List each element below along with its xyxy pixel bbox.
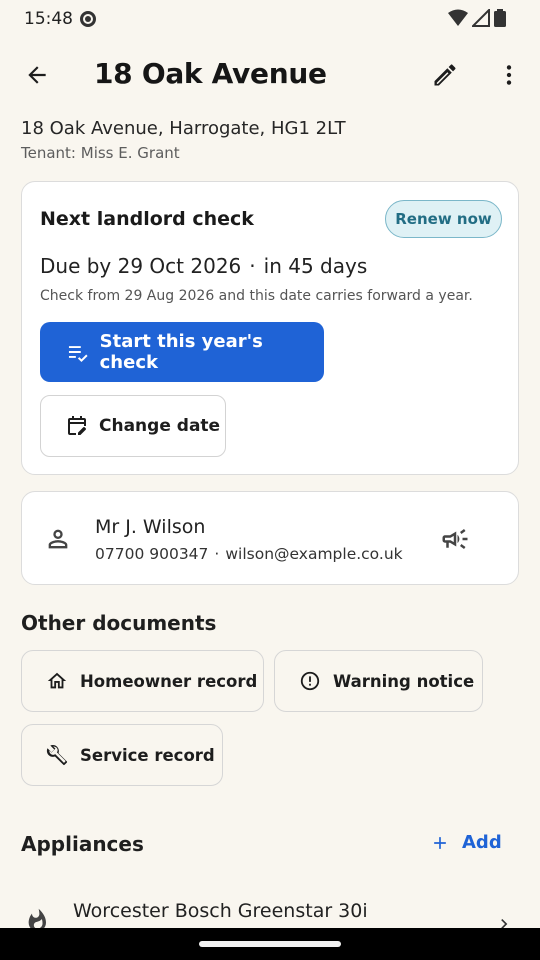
- check-card-title: Next landlord check: [40, 208, 254, 230]
- appliance-list-item[interactable]: Worcester Bosch Greenstar 30i: [0, 888, 540, 928]
- pencil-icon: [434, 64, 456, 86]
- due-line: Due by 29 Oct 2026 · in 45 days: [40, 254, 367, 278]
- add-appliance-label: Add: [462, 832, 502, 853]
- due-separator: ·: [249, 254, 256, 278]
- homeowner-record-button[interactable]: Homeowner record: [21, 650, 264, 712]
- battery-icon: [494, 9, 506, 27]
- signal-icon: [472, 9, 490, 27]
- status-time: 15:48: [24, 9, 73, 29]
- alert-circle-icon: [300, 671, 320, 691]
- contact-separator: ·: [214, 545, 220, 563]
- contact-phone[interactable]: 07700 900347: [95, 545, 208, 563]
- contact-email[interactable]: wilson@example.co.uk: [225, 545, 402, 563]
- landlord-check-card: Next landlord check Renew now Due by 29 …: [21, 181, 519, 475]
- page-title: 18 Oak Avenue: [94, 57, 327, 90]
- more-options-button[interactable]: [490, 56, 528, 94]
- chevron-right-icon: [501, 919, 508, 928]
- system-navigation-bar: [0, 928, 540, 960]
- renew-now-badge[interactable]: Renew now: [385, 200, 502, 238]
- appliances-title: Appliances: [21, 832, 144, 856]
- status-icons: [448, 9, 506, 27]
- checklist-icon: [68, 346, 88, 363]
- other-documents-title: Other documents: [21, 611, 217, 635]
- back-button[interactable]: [18, 56, 56, 94]
- tenant-name: Tenant: Miss E. Grant: [21, 144, 180, 162]
- contact-card[interactable]: Mr J. Wilson 07700 900347 · wilson@example…: [21, 491, 519, 585]
- wrench-icon: [46, 745, 68, 766]
- flame-icon: [28, 908, 46, 928]
- appliance-name: Worcester Bosch Greenstar 30i: [73, 900, 368, 922]
- contact-details: 07700 900347 · wilson@example.co.uk: [95, 545, 403, 563]
- check-window-note: Check from 29 Aug 2026 and this date car…: [40, 288, 473, 304]
- arrow-back-icon: [28, 66, 46, 84]
- start-check-button[interactable]: Start this year's check: [40, 322, 324, 382]
- megaphone-icon[interactable]: [440, 524, 470, 554]
- house-icon: [47, 672, 67, 689]
- more-vert-icon: [506, 65, 512, 85]
- calendar-edit-icon: [68, 416, 86, 435]
- home-gesture-handle[interactable]: [199, 941, 341, 947]
- homeowner-record-label: Homeowner record: [80, 671, 258, 691]
- notification-icon: [80, 11, 96, 27]
- person-icon: [48, 529, 68, 549]
- wifi-icon: [448, 9, 468, 26]
- app-bar: 18 Oak Avenue: [0, 40, 540, 108]
- status-bar: 15:48: [0, 0, 540, 38]
- change-date-label: Change date: [99, 416, 221, 436]
- property-address: 18 Oak Avenue, Harrogate, HG1 2LT: [21, 118, 346, 139]
- due-date: Due by 29 Oct 2026: [40, 254, 242, 278]
- plus-icon: [434, 836, 446, 849]
- service-record-label: Service record: [80, 745, 215, 765]
- warning-notice-button[interactable]: Warning notice: [274, 650, 483, 712]
- contact-name: Mr J. Wilson: [95, 516, 206, 538]
- add-appliance-button[interactable]: Add: [430, 832, 502, 853]
- edit-button[interactable]: [426, 56, 464, 94]
- warning-notice-label: Warning notice: [333, 671, 475, 691]
- days-remaining: in 45 days: [263, 254, 368, 278]
- change-date-button[interactable]: Change date: [40, 395, 226, 457]
- service-record-button[interactable]: Service record: [21, 724, 223, 786]
- start-check-label: Start this year's check: [99, 331, 263, 373]
